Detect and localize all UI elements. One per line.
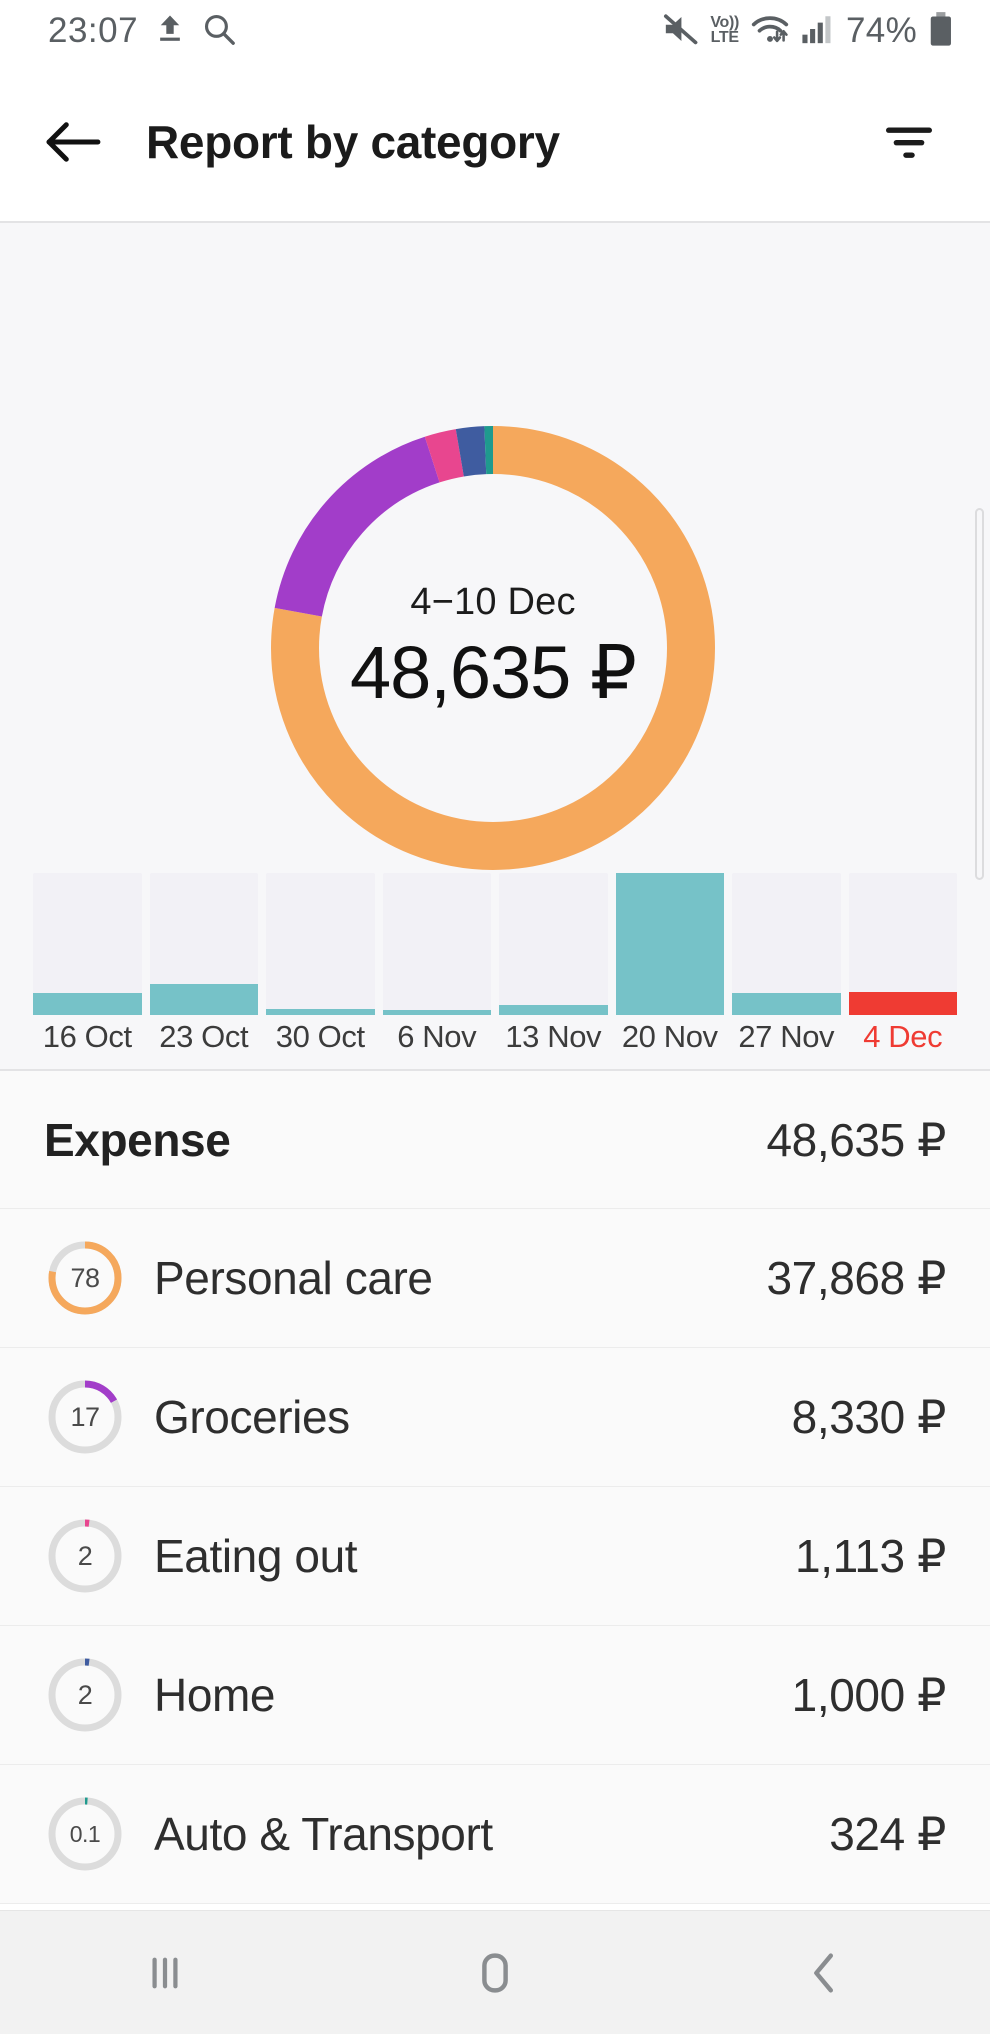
bar-track[interactable]	[848, 873, 957, 1015]
bar-label[interactable]: 16 Oct	[33, 1019, 142, 1055]
category-amount: 324 ₽	[829, 1808, 946, 1860]
category-amount: 37,868 ₽	[766, 1252, 946, 1304]
category-row[interactable]: 0.1 Auto & Transport 324 ₽	[0, 1765, 990, 1904]
category-percent-value: 17	[70, 1401, 100, 1432]
app-bar: Report by category	[0, 62, 990, 222]
upload-icon	[155, 13, 185, 50]
nav-recents-button[interactable]	[0, 1911, 330, 2034]
vertical-scrollbar[interactable]	[975, 508, 984, 880]
bar-label[interactable]: 6 Nov	[383, 1019, 492, 1055]
android-nav-bar	[0, 1910, 990, 2034]
category-row[interactable]: 2 Eating out 1,113 ₽	[0, 1487, 990, 1626]
bar-fill	[848, 991, 957, 1015]
bar-fill	[499, 1004, 608, 1015]
filter-icon	[880, 117, 938, 168]
bar-track[interactable]	[499, 873, 608, 1015]
bar-track-row	[33, 873, 957, 1015]
status-bar: 23:07 Vo)) LTE 74%	[0, 0, 990, 62]
battery-icon	[928, 11, 954, 52]
donut-center-labels: 4−10 Dec 48,635 ₽	[271, 426, 715, 870]
app-screen: 23:07 Vo)) LTE 74% Report by category 4−…	[0, 0, 990, 2034]
bar-track[interactable]	[266, 873, 375, 1015]
bar-fill	[33, 992, 142, 1015]
category-name: Auto & Transport	[154, 1808, 493, 1860]
bar-track[interactable]	[382, 873, 491, 1015]
status-bar-left: 23:07	[0, 11, 236, 51]
category-row[interactable]: 78 Personal care 37,868 ₽	[0, 1209, 990, 1348]
bar-track[interactable]	[732, 873, 841, 1015]
category-amount: 8,330 ₽	[791, 1391, 947, 1443]
status-bar-right: Vo)) LTE 74%	[661, 11, 990, 52]
category-percent-donut: 2	[44, 1654, 126, 1736]
bar-fill	[732, 992, 841, 1015]
category-percent-value: 2	[77, 1540, 93, 1571]
expense-summary-row: Expense 48,635 ₽	[0, 1071, 990, 1209]
bar-label[interactable]: 27 Nov	[732, 1019, 841, 1055]
category-name: Groceries	[154, 1391, 350, 1443]
nav-back-button[interactable]	[660, 1911, 990, 2034]
nav-home-button[interactable]	[330, 1911, 660, 2034]
signal-icon	[801, 13, 835, 50]
expense-summary-amount: 48,635 ₽	[766, 1113, 946, 1166]
bar-label[interactable]: 4 Dec	[849, 1019, 958, 1055]
category-percent-donut: 2	[44, 1515, 126, 1597]
category-name: Eating out	[154, 1530, 358, 1582]
category-percent-value: 0.1	[69, 1820, 101, 1847]
page-title: Report by category	[146, 116, 560, 168]
bar-track[interactable]	[33, 873, 142, 1015]
bar-label[interactable]: 13 Nov	[499, 1019, 608, 1055]
category-percent-donut: 17	[44, 1376, 126, 1458]
category-percent-donut: 0.1	[44, 1793, 126, 1875]
bar-track[interactable]	[615, 873, 724, 1015]
bar-label[interactable]: 20 Nov	[616, 1019, 725, 1055]
volte-icon: Vo)) LTE	[710, 14, 740, 46]
category-list: Expense 48,635 ₽ 78 Personal care 37,868 ₽…	[0, 1071, 990, 1904]
battery-percent: 74%	[846, 11, 917, 50]
category-donut-chart[interactable]: 4−10 Dec 48,635 ₽	[271, 426, 715, 870]
category-amount: 1,113 ₽	[795, 1530, 946, 1582]
weekly-bar-chart: 16 Oct 23 Oct 30 Oct 6 Nov 13 Nov 20 Nov 27 No…	[0, 873, 990, 1071]
wifi-icon	[750, 12, 790, 51]
category-name: Home	[154, 1669, 276, 1721]
category-row[interactable]: 2 Home 1,000 ₽	[0, 1626, 990, 1765]
bar-fill	[149, 984, 258, 1015]
back-button[interactable]	[42, 111, 104, 173]
category-percent-donut: 78	[44, 1237, 126, 1319]
category-percent-value: 2	[77, 1679, 93, 1710]
category-rows: 78 Personal care 37,868 ₽ 17 Groceries 8,330 …	[0, 1209, 990, 1904]
category-row[interactable]: 17 Groceries 8,330 ₽	[0, 1348, 990, 1487]
chart-panel: 4−10 Dec 48,635 ₽ 16 Oct 23 Oct 30 Oct 6 No…	[0, 223, 990, 1071]
bar-fill	[266, 1008, 375, 1015]
category-amount: 1,000 ₽	[791, 1669, 947, 1721]
donut-period-label: 4−10 Dec	[410, 580, 576, 623]
search-icon	[202, 12, 236, 51]
filter-button[interactable]	[876, 109, 942, 175]
category-name: Personal care	[154, 1252, 433, 1304]
mute-icon	[661, 12, 699, 51]
bar-label[interactable]: 23 Oct	[150, 1019, 259, 1055]
status-time: 23:07	[48, 11, 139, 50]
bar-fill	[382, 1009, 491, 1015]
bar-fill	[615, 873, 724, 1015]
bar-track[interactable]	[149, 873, 258, 1015]
bar-label[interactable]: 30 Oct	[266, 1019, 375, 1055]
bar-label-row: 16 Oct 23 Oct 30 Oct 6 Nov 13 Nov 20 Nov 27 No…	[33, 1019, 957, 1055]
category-percent-value: 78	[70, 1262, 100, 1293]
donut-total-amount: 48,635 ₽	[350, 630, 637, 714]
expense-summary-label: Expense	[44, 1113, 231, 1166]
